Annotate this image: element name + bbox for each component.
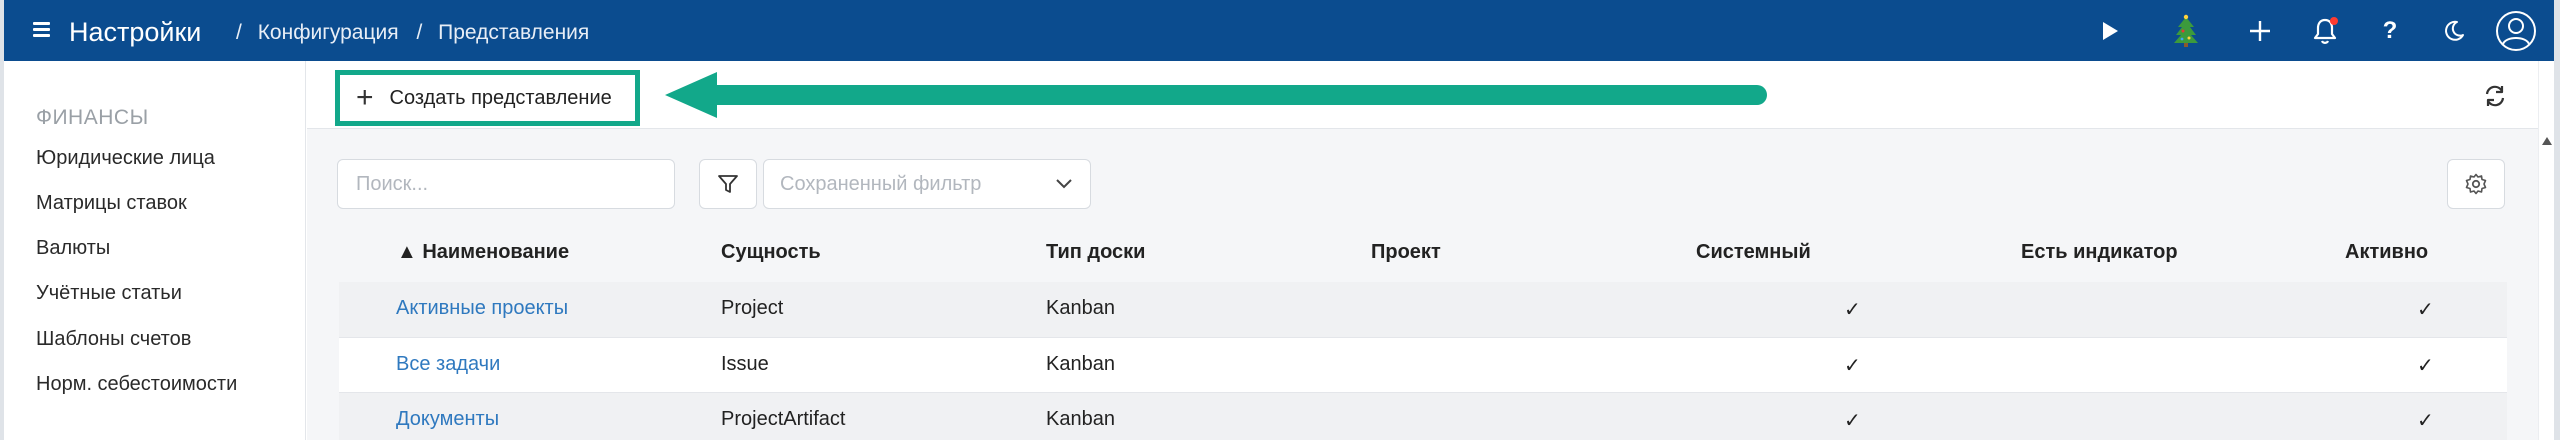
active-check-icon: ✓ (2417, 299, 2434, 321)
column-header-name[interactable]: ▲ Наименование (397, 241, 569, 264)
annotation-arrow (665, 72, 1767, 118)
sidebar-section-finance: ФИНАНСЫ (36, 106, 149, 129)
plus-icon: + (356, 81, 374, 114)
sidebar: ФИНАНСЫ Юридические лица Матрицы ставок … (4, 61, 306, 440)
sort-asc-icon: ▲ (397, 241, 417, 263)
table-row[interactable]: Активные проекты Project Kanban ✓ ✓ (339, 282, 2507, 337)
sidebar-item-rate-matrices[interactable]: Матрицы ставок (36, 192, 187, 215)
sidebar-item-accounting-items[interactable]: Учётные статьи (36, 282, 182, 305)
breadcrumb-views: Представления (438, 21, 590, 44)
menu-icon[interactable] (31, 19, 53, 39)
create-view-button[interactable]: + Создать представление (335, 70, 640, 126)
entity-cell: Project (721, 297, 784, 319)
column-header-has-indicator[interactable]: Есть индикатор (2021, 241, 2178, 264)
table-row[interactable]: Все задачи Issue Kanban ✓ ✓ (339, 338, 2507, 393)
column-header-entity[interactable]: Сущность (721, 241, 821, 264)
view-name-link[interactable]: Все задачи (396, 353, 500, 376)
refresh-icon[interactable] (2480, 81, 2510, 111)
entity-cell: ProjectArtifact (721, 408, 846, 430)
breadcrumb-separator: / (416, 21, 423, 44)
chevron-down-icon (1056, 179, 1072, 189)
moon-icon[interactable] (2438, 15, 2470, 47)
system-check-icon: ✓ (1844, 410, 1861, 432)
filter-button[interactable] (699, 159, 757, 209)
create-view-label: Создать представление (389, 86, 612, 109)
vertical-scrollbar[interactable] (2538, 61, 2554, 440)
help-icon[interactable]: ? (2374, 15, 2406, 47)
breadcrumb-configuration[interactable]: Конфигурация (258, 21, 399, 44)
view-name-link[interactable]: Активные проекты (396, 297, 568, 320)
sidebar-item-legal-entities[interactable]: Юридические лица (36, 147, 215, 170)
entity-cell: Issue (721, 353, 769, 375)
scroll-up-arrow-icon[interactable] (2542, 137, 2552, 145)
search-input[interactable] (337, 159, 675, 209)
plus-icon[interactable] (2244, 15, 2276, 47)
filter-icon (718, 175, 738, 193)
notification-dot (2330, 17, 2338, 25)
sidebar-item-invoice-templates[interactable]: Шаблоны счетов (36, 328, 191, 351)
user-avatar-icon[interactable] (2494, 9, 2538, 53)
sidebar-item-currencies[interactable]: Валюты (36, 237, 110, 260)
christmas-tree-icon[interactable] (2170, 14, 2202, 47)
toolbar: + Создать представление (307, 61, 2538, 129)
column-header-system[interactable]: Системный (1696, 241, 1811, 264)
bell-icon[interactable] (2309, 15, 2341, 47)
table-row[interactable]: Документы ProjectArtifact Kanban ✓ ✓ (339, 393, 2507, 440)
column-header-project[interactable]: Проект (1371, 241, 1441, 264)
top-header: Настройки / Конфигурация / Представления (4, 0, 2554, 61)
system-check-icon: ✓ (1844, 355, 1861, 377)
board-type-cell: Kanban (1046, 408, 1115, 430)
column-header-active[interactable]: Активно (2345, 241, 2428, 264)
active-check-icon: ✓ (2417, 355, 2434, 377)
table-settings-button[interactable] (2447, 159, 2505, 209)
app-window: Настройки / Конфигурация / Представления (4, 0, 2554, 440)
app-title: Настройки (69, 17, 202, 47)
breadcrumb-separator: / (236, 21, 242, 44)
saved-filter-placeholder: Сохраненный фильтр (780, 172, 982, 195)
active-check-icon: ✓ (2417, 410, 2434, 432)
board-type-cell: Kanban (1046, 297, 1115, 319)
column-header-board-type[interactable]: Тип доски (1046, 241, 1145, 264)
play-icon[interactable] (2094, 15, 2126, 47)
sidebar-item-standard-costs[interactable]: Норм. себестоимости (36, 373, 237, 396)
breadcrumb: / Конфигурация / Представления (236, 20, 589, 46)
main-content: + Создать представление Сохране (307, 61, 2538, 440)
board-type-cell: Kanban (1046, 353, 1115, 375)
gear-icon (2465, 173, 2487, 195)
saved-filter-select[interactable]: Сохраненный фильтр (763, 159, 1091, 209)
view-name-link[interactable]: Документы (396, 408, 499, 431)
system-check-icon: ✓ (1844, 299, 1861, 321)
